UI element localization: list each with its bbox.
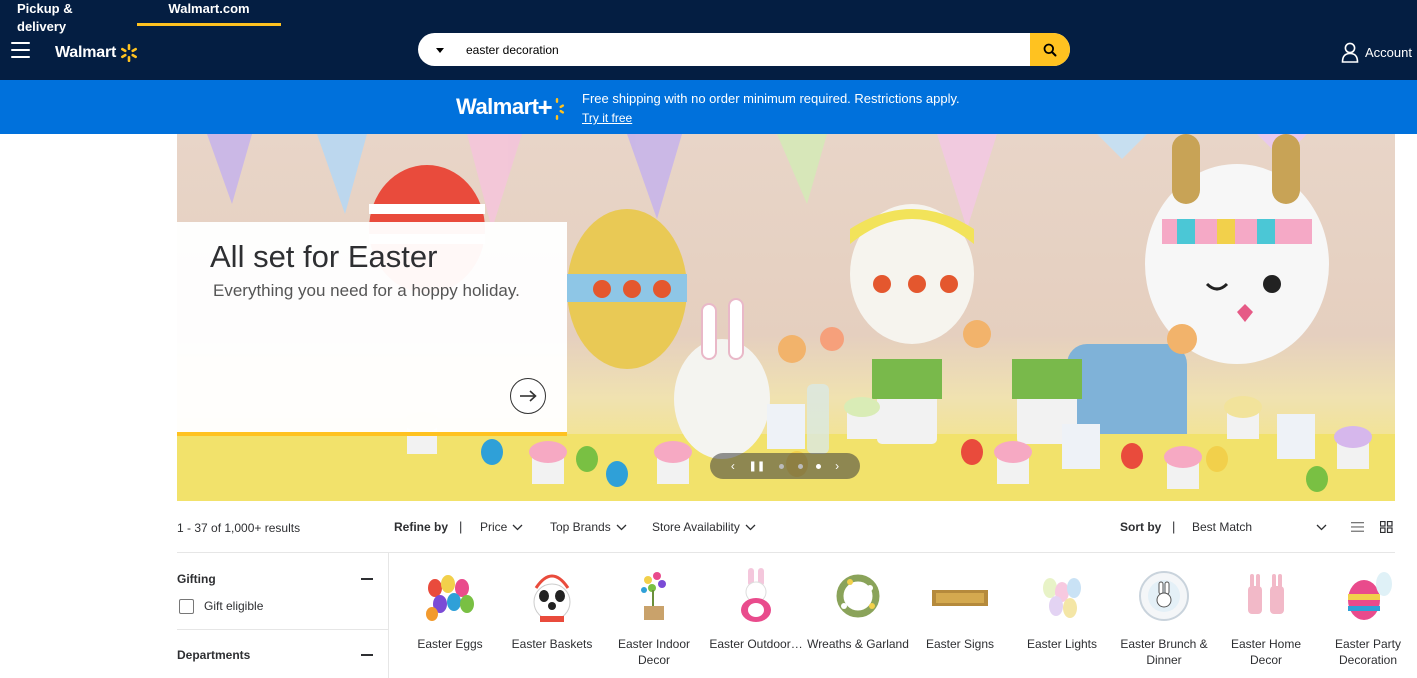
category-wreaths-garland[interactable]: Wreaths & Garland: [807, 566, 909, 652]
user-icon: [1341, 42, 1359, 63]
results-toolbar: 1 - 37 of 1,000+ results Refine by | Pri…: [177, 501, 1395, 553]
filter-label: Store Availability: [652, 520, 740, 534]
hero-next-button[interactable]: [510, 378, 546, 414]
easter-indoor-decor-thumbnail: [641, 572, 666, 620]
separator: |: [459, 519, 463, 534]
carousel-prev-icon[interactable]: ‹: [731, 459, 735, 473]
easter-outdoor-thumbnail: [741, 568, 771, 622]
facet-gifting-title[interactable]: Gifting: [177, 572, 216, 586]
separator: |: [1172, 519, 1176, 534]
hero-subtitle: Everything you need for a hoppy holiday.: [213, 281, 520, 300]
walmart-spark-icon: [121, 44, 138, 62]
divider: [177, 629, 389, 630]
category-easter-lights[interactable]: Easter Lights: [1011, 566, 1113, 652]
carousel-dot[interactable]: [779, 463, 785, 469]
try-it-free-link[interactable]: Try it free: [582, 111, 632, 125]
filter-label: Top Brands: [550, 520, 611, 534]
hero-title: All set for Easter: [210, 239, 438, 274]
easter-party-decoration-thumbnail: [1348, 572, 1392, 620]
category-easter-brunch-dinner[interactable]: Easter Brunch & Dinner: [1113, 566, 1215, 668]
arrow-right-icon: [520, 390, 537, 402]
search-input[interactable]: [466, 40, 1006, 60]
filter-store-availability[interactable]: Store Availability: [652, 520, 756, 534]
category-label: Wreaths & Garland: [807, 637, 909, 651]
filter-label: Price: [480, 520, 508, 534]
category-carousel: Easter Eggs Easter Baskets Easter Indoor…: [399, 566, 1417, 678]
carousel-next-icon[interactable]: ›: [835, 459, 839, 473]
walmart-plus-banner: [0, 80, 1417, 134]
category-label: Easter Home Decor: [1230, 637, 1302, 667]
category-label: Easter Eggs: [417, 637, 483, 651]
list-view-icon[interactable]: [1351, 521, 1364, 533]
chevron-down-icon: [512, 524, 523, 530]
fulfillment-tabs: Pickup & delivery Walmart.com: [0, 0, 281, 34]
category-label: Easter Lights: [1026, 637, 1098, 651]
walmart-spark-icon: [555, 98, 564, 120]
category-easter-home-decor[interactable]: Easter Home Decor: [1215, 566, 1317, 668]
walmart-plus-logo: Walmart +: [456, 90, 565, 124]
category-label: Easter Brunch & Dinner: [1120, 637, 1208, 667]
chevron-down-icon: [745, 524, 756, 530]
search-bar: [418, 33, 1070, 66]
promo-message: Free shipping with no order minimum requ…: [582, 91, 960, 106]
facet-sidebar: Gifting Gift eligible Departments: [177, 553, 389, 678]
collapse-icon[interactable]: [361, 654, 373, 656]
gift-eligible-checkbox[interactable]: [179, 599, 194, 614]
easter-baskets-thumbnail: [533, 574, 571, 622]
category-easter-indoor-decor[interactable]: Easter Indoor Decor: [603, 566, 705, 668]
search-button[interactable]: [1030, 33, 1070, 66]
account-button[interactable]: Account: [1341, 42, 1412, 63]
logo-text: Walmart: [55, 44, 117, 61]
easter-brunch-dinner-thumbnail: [1139, 571, 1189, 621]
filter-top-brands[interactable]: Top Brands: [550, 520, 627, 534]
wreaths-garland-thumbnail: [836, 574, 880, 618]
sort-value: Best Match: [1192, 520, 1253, 534]
department-dropdown-icon[interactable]: [436, 48, 444, 53]
category-label: Easter Outdoor…: [709, 637, 803, 651]
tab-walmart-com[interactable]: Walmart.com: [137, 0, 281, 26]
chevron-down-icon: [1316, 524, 1327, 530]
category-label: Easter Signs: [925, 637, 995, 651]
hero-banner[interactable]: All set for Easter Everything you need f…: [177, 134, 1395, 501]
global-header: Pickup & delivery Walmart.com Walmart ea…: [0, 0, 1417, 80]
hamburger-icon[interactable]: [11, 42, 30, 58]
facet-departments-title[interactable]: Departments: [177, 648, 250, 662]
sort-label: Sort by: [1120, 520, 1162, 534]
filter-price[interactable]: Price: [480, 520, 523, 534]
account-label: Account: [1365, 45, 1412, 60]
category-easter-baskets[interactable]: Easter Baskets: [501, 566, 603, 652]
grid-view-icon[interactable]: [1380, 521, 1393, 533]
search-icon: [1043, 43, 1057, 56]
easter-home-decor-thumbnail: [1248, 574, 1284, 614]
hero-carousel-controls: ‹ ❚❚ ›: [710, 453, 860, 479]
collapse-icon[interactable]: [361, 578, 373, 580]
plus-logo-text: Walmart: [456, 94, 539, 119]
refine-label: Refine by: [394, 520, 449, 534]
carousel-dot[interactable]: [797, 463, 803, 469]
category-easter-signs[interactable]: Easter Signs: [909, 566, 1011, 652]
tab-pickup-delivery[interactable]: Pickup & delivery: [0, 0, 137, 34]
category-label: Easter Party Decoration: [1334, 637, 1402, 667]
walmart-logo[interactable]: Walmart: [55, 43, 139, 63]
sort-select[interactable]: Best Match: [1192, 520, 1327, 534]
easter-lights-thumbnail: [1043, 578, 1081, 618]
chevron-down-icon: [616, 524, 627, 530]
easter-eggs-thumbnail: [426, 575, 474, 621]
easter-signs-thumbnail: [932, 590, 988, 606]
category-label: Easter Indoor Decor: [617, 637, 691, 667]
carousel-dot-active[interactable]: [816, 463, 822, 469]
hero-text-card: All set for Easter Everything you need f…: [177, 222, 567, 436]
results-count: 1 - 37 of 1,000+ results: [177, 521, 301, 535]
gift-eligible-label[interactable]: Gift eligible: [204, 599, 263, 613]
category-label: Easter Baskets: [511, 637, 593, 651]
category-easter-outdoor[interactable]: Easter Outdoor…: [705, 566, 807, 652]
category-easter-eggs[interactable]: Easter Eggs: [399, 566, 501, 652]
carousel-pause-icon[interactable]: ❚❚: [749, 461, 766, 472]
category-easter-party-decoration[interactable]: Easter Party Decoration: [1317, 566, 1417, 668]
